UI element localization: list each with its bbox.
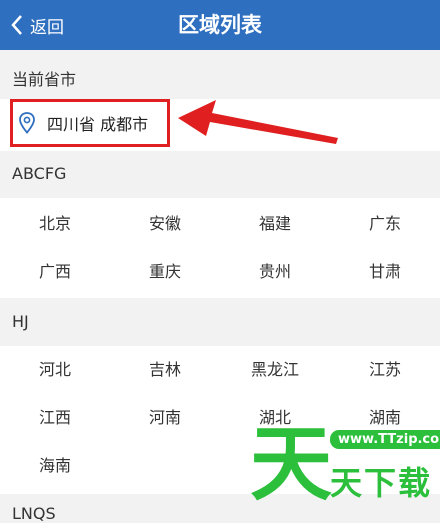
group-label-abcfg: ABCFG <box>12 164 67 183</box>
city-item[interactable]: 广西 <box>0 248 110 296</box>
back-button[interactable]: 返回 <box>10 0 64 50</box>
group-label-hj: HJ <box>12 312 29 331</box>
city-item[interactable]: 海南 <box>0 442 110 490</box>
current-location-text: 四川省 成都市 <box>47 115 149 134</box>
watermark-big-glyph: 天 <box>250 417 333 512</box>
page-title: 区域列表 <box>178 13 262 37</box>
city-item[interactable]: 重庆 <box>110 248 220 296</box>
red-arrow-annotation <box>178 100 338 144</box>
city-item[interactable]: 黑龙江 <box>220 346 330 394</box>
back-label: 返回 <box>30 17 64 38</box>
current-location-item[interactable]: 四川省 成都市 <box>10 99 170 147</box>
location-pin-icon <box>19 112 35 134</box>
watermark-url: www.TTzip.com <box>330 430 440 449</box>
watermark-logo: 天 www.TTzip.com 天下载 <box>250 420 440 514</box>
city-item[interactable]: 河北 <box>0 346 110 394</box>
city-item[interactable]: 江西 <box>0 394 110 442</box>
city-item[interactable]: 贵州 <box>220 248 330 296</box>
city-item[interactable]: 福建 <box>220 200 330 248</box>
city-item[interactable]: 甘肃 <box>330 248 440 296</box>
city-item[interactable]: 河南 <box>110 394 220 442</box>
city-item[interactable]: 吉林 <box>110 346 220 394</box>
top-bar: 返回 区域列表 <box>0 0 440 50</box>
city-item[interactable]: 安徽 <box>110 200 220 248</box>
chevron-left-icon <box>11 15 22 35</box>
city-item[interactable]: 广东 <box>330 200 440 248</box>
city-item[interactable]: 北京 <box>0 200 110 248</box>
current-section-label: 当前省市 <box>12 70 77 89</box>
city-grid-abcfg: 北京 安徽 福建 广东 广西 重庆 贵州 甘肃 <box>0 198 440 298</box>
city-item[interactable]: 江苏 <box>330 346 440 394</box>
watermark-text: 天下载 <box>330 464 433 502</box>
